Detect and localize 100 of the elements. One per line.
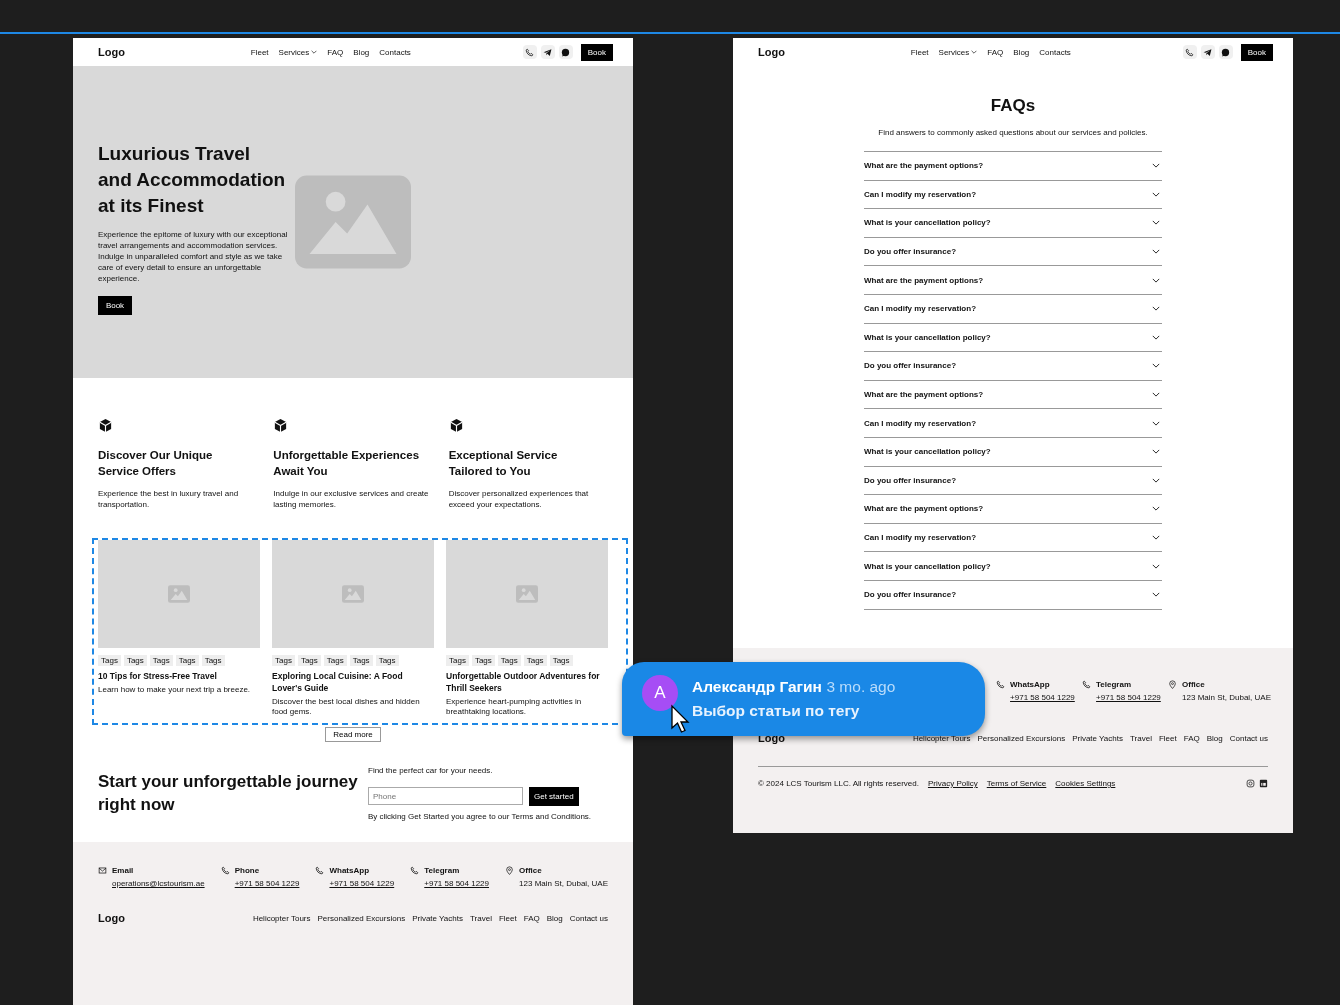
faq-item[interactable]: What are the payment options? (864, 151, 1162, 180)
tag[interactable]: Tags (323, 655, 347, 666)
footer-link[interactable]: FAQ (523, 913, 540, 923)
footer-link[interactable]: Fleet (1158, 733, 1177, 743)
tag[interactable]: Tags (549, 655, 573, 666)
nav-link[interactable]: Blog (1013, 47, 1030, 57)
nav-link[interactable]: Fleet (910, 47, 929, 57)
faq-item[interactable]: What is your cancellation policy? (864, 208, 1162, 237)
chat-button[interactable] (558, 45, 573, 59)
contact-value[interactable]: +971 58 504 1229 (234, 879, 300, 888)
book-button[interactable]: Book (98, 296, 132, 315)
nav-link[interactable]: Contacts (1039, 47, 1071, 57)
footer-link[interactable]: Personalized Excursions (977, 733, 1066, 743)
book-button[interactable]: Book (580, 43, 613, 61)
tag[interactable]: Tags (175, 655, 199, 666)
tag[interactable]: Tags (471, 655, 495, 666)
faq-item[interactable]: Can I modify my reservation? (864, 522, 1162, 552)
faq-item[interactable]: Do you offer insurance? (864, 579, 1162, 609)
post-title[interactable]: Exploring Local Cuisine: A Food Lover's Guide (272, 670, 434, 694)
send-button[interactable] (540, 45, 555, 59)
faq-item[interactable]: Can I modify my reservation? (864, 408, 1162, 437)
linkedin-icon[interactable] (1259, 779, 1268, 788)
send-button[interactable] (1200, 45, 1215, 59)
tag[interactable]: Tags (446, 655, 469, 666)
faq-item[interactable]: Can I modify my reservation? (864, 179, 1162, 209)
nav-link[interactable]: FAQ (987, 47, 1004, 57)
logo[interactable]: Logo (98, 46, 125, 58)
footer-link[interactable]: Contact us (1229, 733, 1268, 743)
tag[interactable]: Tags (149, 655, 173, 666)
legal-link[interactable]: Privacy Policy (927, 779, 978, 788)
footer-link[interactable]: Travel (470, 913, 492, 923)
footer-link[interactable]: Private Yachts (1072, 733, 1123, 743)
nav-link[interactable]: Blog (353, 47, 370, 57)
post-excerpt: Experience heart-pumping activities in breathtaking locations. (446, 697, 583, 717)
footer-link[interactable]: FAQ (1183, 733, 1200, 743)
post-title[interactable]: 10 Tips for Stress-Free Travel (98, 670, 260, 682)
nav-link[interactable]: Services (938, 47, 978, 57)
faq-item[interactable]: Do you offer insurance? (864, 465, 1162, 495)
faq-item[interactable]: Can I modify my reservation? (864, 293, 1162, 323)
hero-title: Luxurious Travel and Accommodation at its Finest (98, 142, 287, 218)
contact-value[interactable]: +971 58 504 1229 (1096, 693, 1161, 702)
comment-time: 3 mo. ago (826, 678, 896, 695)
contact-value[interactable]: +971 58 504 1229 (1010, 693, 1075, 702)
tag[interactable]: Tags (201, 655, 225, 666)
tag[interactable]: Tags (349, 655, 373, 666)
faq-item[interactable]: What are the payment options? (864, 494, 1162, 523)
chat-button[interactable] (1218, 45, 1233, 59)
faq-item[interactable]: What are the payment options? (864, 265, 1162, 294)
footer-link[interactable]: Personalized Excursions (317, 913, 406, 923)
comment-bubble[interactable]: A Александр Гагин 3 mo. ago Выбор статьи по тегу (622, 662, 985, 736)
book-button[interactable]: Book (1240, 43, 1273, 61)
cta-title: Start your unforgettable journey right now (98, 771, 359, 816)
footer-link[interactable]: Blog (546, 913, 563, 923)
phone-button[interactable] (522, 45, 537, 59)
footer-logo[interactable]: Logo (98, 912, 125, 924)
phone-icon (410, 866, 420, 875)
faq-item[interactable]: Do you offer insurance? (864, 236, 1162, 266)
tag[interactable]: Tags (375, 655, 399, 666)
legal-link[interactable]: Cookies Settings (1055, 779, 1116, 788)
legal-link[interactable]: Terms of Service (986, 779, 1047, 788)
instagram-icon[interactable] (1246, 779, 1255, 788)
faq-item[interactable]: What are the payment options? (864, 379, 1162, 409)
faq-item[interactable]: What is your cancellation policy? (864, 551, 1162, 580)
footer-link[interactable]: Travel (1130, 733, 1152, 743)
footer-link[interactable]: Helicopter Tours (912, 733, 971, 743)
nav-link[interactable]: Services (278, 47, 318, 57)
footer-link[interactable]: Fleet (498, 913, 517, 923)
nav-link[interactable]: Fleet (250, 47, 269, 57)
contact-label: WhatsApp (1010, 680, 1051, 689)
contact-value[interactable]: +971 58 504 1229 (329, 879, 395, 888)
tag[interactable]: Tags (272, 655, 295, 666)
phone-button[interactable] (1182, 45, 1197, 59)
contact-label: Telegram (1096, 680, 1133, 689)
tag[interactable]: Tags (497, 655, 521, 666)
faq-item[interactable]: What is your cancellation policy? (864, 322, 1162, 352)
faq-item[interactable]: Do you offer insurance? (864, 351, 1162, 380)
chevron-down-icon (1152, 306, 1160, 312)
nav-link[interactable]: FAQ (327, 47, 344, 57)
mail-icon (98, 866, 107, 875)
read-more-button[interactable]: Read more (325, 727, 381, 742)
phone-field[interactable]: Phone (368, 787, 523, 805)
nav-link[interactable]: Contacts (379, 47, 411, 57)
footer-link[interactable]: Helicopter Tours (252, 913, 311, 923)
image-icon (516, 585, 538, 603)
contact-label: Office (519, 866, 543, 875)
contact-value[interactable]: operations@lcstourism.ae (112, 879, 205, 888)
footer-link[interactable]: Private Yachts (412, 913, 463, 923)
tag[interactable]: Tags (98, 655, 121, 666)
get-started-button[interactable]: Get started (529, 787, 579, 806)
tag[interactable]: Tags (297, 655, 321, 666)
footer-link[interactable]: Blog (1206, 733, 1223, 743)
faq-item[interactable]: What is your cancellation policy? (864, 436, 1162, 466)
footer-link[interactable]: Contact us (569, 913, 608, 923)
logo[interactable]: Logo (758, 46, 785, 58)
location-pin-icon (1168, 680, 1178, 689)
tag[interactable]: Tags (523, 655, 547, 666)
paper-plane-icon (1203, 47, 1213, 57)
post-title[interactable]: Unforgettable Outdoor Adventures for Thrill Seekers (446, 670, 608, 694)
tag[interactable]: Tags (123, 655, 147, 666)
contact-value[interactable]: +971 58 504 1229 (424, 879, 489, 888)
